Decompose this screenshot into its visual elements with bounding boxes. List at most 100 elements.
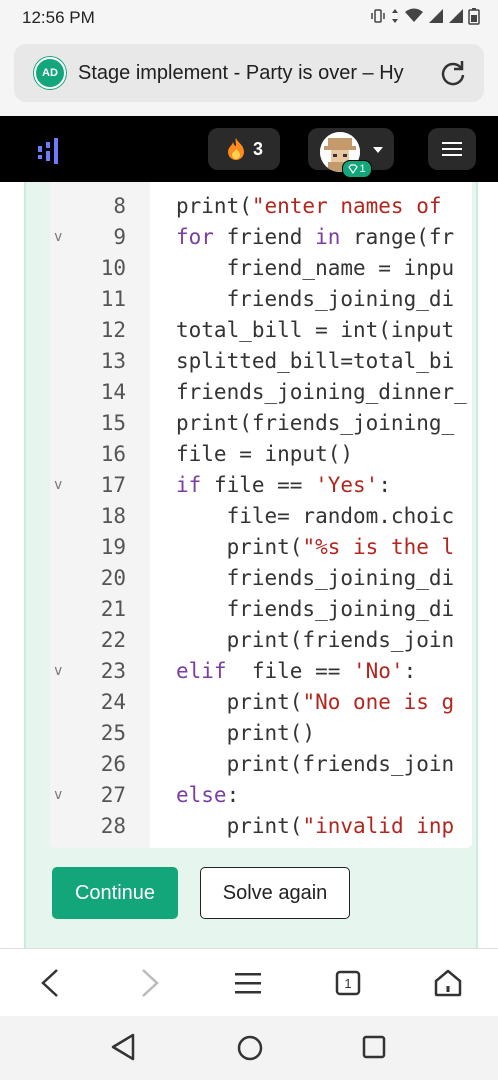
code-viewer[interactable]: 8 print("enter names of v 9 for friend in r…	[50, 182, 472, 848]
code-text: print("%s is the l	[176, 535, 455, 559]
continue-button[interactable]: Continue	[52, 867, 178, 919]
code-line: 18 file= random.choic	[50, 501, 472, 532]
system-nav-bar	[0, 1016, 498, 1080]
line-number: 8	[113, 194, 126, 218]
code-text: else:	[176, 783, 240, 807]
browser-nav-bar: 1	[0, 948, 498, 1017]
system-recents-icon[interactable]	[362, 1035, 386, 1059]
code-text: print(friends_join	[176, 752, 455, 776]
address-bar[interactable]: AD Stage implement - Party is over – Hy	[14, 44, 484, 102]
code-line: 22 print(friends_join	[50, 625, 472, 656]
status-icons	[370, 7, 480, 25]
line-number: 22	[100, 628, 126, 652]
code-line: 25 print()	[50, 718, 472, 749]
solve-again-button[interactable]: Solve again	[200, 867, 350, 919]
line-number: 14	[100, 380, 126, 404]
line-number: 10	[100, 256, 126, 280]
code-line: 28 print("invalid inp	[50, 811, 472, 842]
code-line: 10 friend_name = inpu	[50, 253, 472, 284]
fire-icon	[227, 138, 244, 160]
code-line: 24 print("No one is g	[50, 687, 472, 718]
line-number: 9	[113, 225, 126, 249]
vibrate-icon	[371, 9, 385, 23]
hyperskill-logo[interactable]	[38, 138, 64, 164]
reload-icon[interactable]	[438, 58, 468, 88]
solution-panel: 8 print("enter names of v 9 for friend in r…	[24, 182, 478, 948]
line-number: 16	[100, 442, 126, 466]
hamburger-icon	[442, 142, 462, 156]
system-back-icon[interactable]	[110, 1032, 136, 1062]
profile-menu[interactable]: 1	[308, 128, 394, 178]
code-line: v 9 for friend in range(fr	[50, 222, 472, 253]
line-number: 25	[100, 721, 126, 745]
line-number: 17	[100, 473, 126, 497]
hamburger-menu-button[interactable]	[428, 128, 476, 170]
data-transfer-icon	[392, 9, 398, 23]
code-line: 8 print("enter names of	[50, 191, 472, 222]
main-content: 8 print("enter names of v 9 for friend in r…	[0, 182, 498, 948]
line-number: 26	[100, 752, 126, 776]
line-number: 20	[100, 566, 126, 590]
code-text: print("No one is g	[176, 690, 455, 714]
line-number: 18	[100, 504, 126, 528]
code-line: 13 splitted_bill=total_bi	[50, 346, 472, 377]
menu-lines-icon	[235, 973, 261, 994]
code-text: friends_joining_di	[176, 287, 455, 311]
code-text: friend_name = inpu	[176, 256, 455, 280]
line-number: 23	[100, 659, 126, 683]
code-line: v 23 elif file == 'No':	[50, 656, 472, 687]
code-line: 20 friends_joining_di	[50, 563, 472, 594]
signal-2-icon	[449, 9, 463, 23]
chevron-left-icon	[41, 969, 58, 997]
line-number: 12	[100, 318, 126, 342]
code-line: 15 print(friends_joining_	[50, 408, 472, 439]
code-line: 12 total_bill = int(input	[50, 315, 472, 346]
line-number: 27	[100, 783, 126, 807]
code-text: friends_joining_di	[176, 597, 455, 621]
chevron-right-icon	[142, 969, 159, 997]
line-number: 28	[100, 814, 126, 838]
code-line: 26 print(friends_join	[50, 749, 472, 780]
code-text: total_bill = int(input	[176, 318, 455, 342]
app-header: 3 1	[0, 116, 498, 182]
caret-down-icon	[373, 147, 383, 153]
home-icon	[434, 969, 462, 997]
line-number: 13	[100, 349, 126, 373]
code-text: print("invalid inp	[176, 814, 455, 838]
streak-count: 3	[252, 138, 263, 159]
page-title[interactable]: Stage implement - Party is over – Hy	[78, 62, 430, 85]
back-button[interactable]	[32, 965, 68, 1001]
code-text: print(friends_joining_	[176, 411, 455, 435]
tabs-button[interactable]: 1	[330, 965, 366, 1001]
code-text: print()	[176, 721, 316, 745]
code-line: 11 friends_joining_di	[50, 284, 472, 315]
site-favicon: AD	[34, 57, 66, 89]
tab-count: 1	[344, 975, 352, 991]
streak-counter[interactable]: 3	[208, 128, 280, 170]
code-text: file= random.choic	[176, 504, 455, 528]
code-text: friends_joining_dinner_	[176, 380, 467, 404]
home-button[interactable]	[430, 965, 466, 1001]
wifi-icon	[405, 8, 423, 22]
code-line: 19 print("%s is the l	[50, 532, 472, 563]
gems-badge: 1	[342, 160, 372, 178]
line-number: 21	[100, 597, 126, 621]
line-number: 11	[100, 287, 126, 311]
code-text: file = input()	[176, 442, 354, 466]
status-time: 12:56 PM	[22, 8, 95, 27]
signal-icon	[429, 9, 443, 23]
system-home-icon[interactable]	[236, 1034, 264, 1062]
battery-icon	[468, 8, 480, 25]
forward-button[interactable]	[132, 965, 168, 1001]
gem-icon	[348, 164, 359, 174]
code-text: print("enter names of	[176, 194, 455, 218]
code-text: print(friends_join	[176, 628, 455, 652]
code-text: for friend in range(fr	[176, 225, 455, 249]
code-text: friends_joining_di	[176, 566, 455, 590]
code-line: v 17 if file == 'Yes':	[50, 470, 472, 501]
code-line: 16 file = input()	[50, 439, 472, 470]
menu-button[interactable]	[230, 965, 266, 1001]
code-text: if file == 'Yes':	[176, 473, 391, 497]
line-number: 24	[100, 690, 126, 714]
gems-count: 1	[359, 163, 366, 175]
